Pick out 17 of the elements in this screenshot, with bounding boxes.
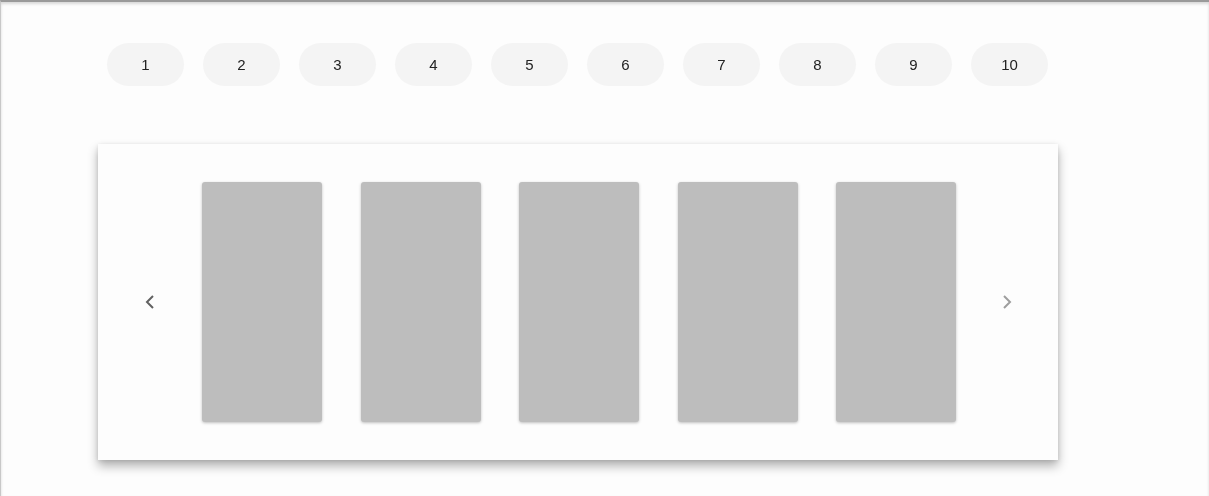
chevron-left-icon (145, 294, 155, 310)
slide-placeholder[interactable] (836, 182, 956, 422)
number-chip[interactable]: 9 (875, 43, 952, 86)
slide-placeholder[interactable] (677, 182, 798, 422)
chevron-right-icon (1002, 294, 1012, 310)
number-chip[interactable]: 2 (203, 43, 280, 86)
number-chip[interactable]: 1 (107, 43, 184, 86)
number-chip[interactable]: 6 (587, 43, 664, 86)
number-chip[interactable]: 7 (683, 43, 760, 86)
number-chip[interactable]: 5 (491, 43, 568, 86)
number-chip[interactable]: 10 (971, 43, 1048, 86)
slide-placeholder[interactable] (519, 182, 639, 422)
slide-placeholder[interactable] (360, 182, 481, 422)
slide-placeholder[interactable] (202, 182, 322, 422)
number-chip[interactable]: 3 (299, 43, 376, 86)
number-chip[interactable]: 4 (395, 43, 472, 86)
number-chip[interactable]: 8 (779, 43, 856, 86)
